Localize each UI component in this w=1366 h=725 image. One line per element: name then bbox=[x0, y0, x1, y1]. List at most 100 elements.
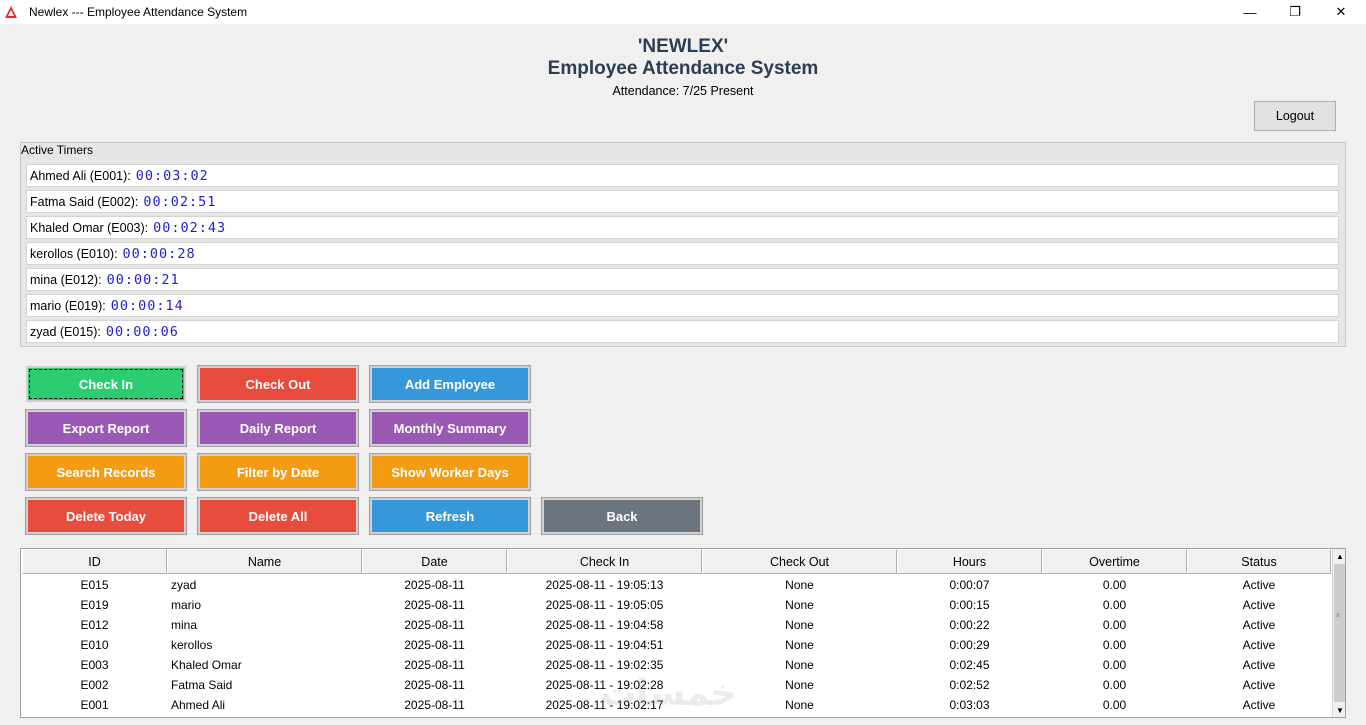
column-header-overtime[interactable]: Overtime bbox=[1042, 549, 1187, 574]
timer-value: 00:02:43 bbox=[153, 219, 227, 236]
timer-row: zyad (E015): 00:00:06 bbox=[26, 320, 1339, 343]
add-employee-button[interactable]: Add Employee bbox=[369, 365, 531, 403]
cell-date: 2025-08-11 bbox=[404, 638, 465, 652]
show-worker-days-button[interactable]: Show Worker Days bbox=[369, 453, 531, 491]
cell-date: 2025-08-11 bbox=[404, 678, 465, 692]
export-report-button[interactable]: Export Report bbox=[25, 409, 187, 447]
cell-name: kerollos bbox=[171, 638, 213, 652]
window-title: Newlex --- Employee Attendance System bbox=[29, 5, 248, 19]
cell-check-in: 2025-08-11 - 19:05:05 bbox=[545, 598, 664, 612]
cell-overtime: 0.00 bbox=[1102, 578, 1127, 592]
check-in-button[interactable]: Check In bbox=[26, 366, 186, 402]
cell-hours: 0:03:03 bbox=[949, 698, 990, 712]
scroll-down-icon[interactable]: ▼ bbox=[1333, 703, 1345, 717]
table-scrollbar[interactable]: ▲ ≡ ▼ bbox=[1332, 549, 1345, 717]
column-header-status[interactable]: Status bbox=[1187, 549, 1331, 574]
cell-date: 2025-08-11 bbox=[404, 658, 465, 672]
cell-hours: 0:02:45 bbox=[949, 658, 990, 672]
cell-check-out: None bbox=[785, 618, 814, 632]
timer-value: 00:00:21 bbox=[106, 271, 180, 288]
column-header-name[interactable]: Name bbox=[167, 549, 362, 574]
timer-employee-label: Fatma Said (E002): bbox=[30, 194, 139, 209]
cell-status: Active bbox=[1242, 578, 1276, 592]
cell-overtime: 0.00 bbox=[1102, 598, 1127, 612]
timer-value: 00:00:06 bbox=[105, 323, 179, 340]
cell-status: Active bbox=[1242, 598, 1276, 612]
logout-button[interactable]: Logout bbox=[1254, 101, 1336, 131]
scrollbar-thumb[interactable] bbox=[1334, 564, 1345, 702]
cell-check-in: 2025-08-11 - 19:04:51 bbox=[545, 638, 664, 652]
cell-id: E010 bbox=[80, 638, 109, 652]
active-timers-label: Active Timers bbox=[21, 143, 94, 157]
watermark-logo: خمسات bbox=[600, 672, 737, 713]
maximize-button[interactable]: ❐ bbox=[1272, 0, 1318, 24]
cell-hours: 0:00:29 bbox=[949, 638, 990, 652]
cell-check-in: 2025-08-11 - 19:05:13 bbox=[545, 578, 664, 592]
timer-employee-label: zyad (E015): bbox=[30, 324, 101, 339]
cell-status: Active bbox=[1242, 678, 1276, 692]
scrollbar-grip-icon: ≡ bbox=[1336, 613, 1340, 619]
system-title: Employee Attendance System bbox=[547, 58, 819, 79]
column-header-check-in[interactable]: Check In bbox=[507, 549, 702, 574]
cell-status: Active bbox=[1242, 618, 1276, 632]
search-records-button[interactable]: Search Records bbox=[25, 453, 187, 491]
column-header-date[interactable]: Date bbox=[362, 549, 507, 574]
column-header-check-out[interactable]: Check Out bbox=[702, 549, 897, 574]
cell-overtime: 0.00 bbox=[1102, 618, 1127, 632]
column-header-id[interactable]: ID bbox=[22, 549, 167, 574]
attendance-summary: Attendance: 7/25 Present bbox=[612, 84, 754, 98]
cell-overtime: 0.00 bbox=[1102, 658, 1127, 672]
cell-date: 2025-08-11 bbox=[404, 618, 465, 632]
cell-id: E012 bbox=[80, 618, 109, 632]
close-button[interactable]: ✕ bbox=[1318, 0, 1364, 24]
table-row[interactable]: E012 mina 2025-08-11 2025-08-11 - 19:04:58 N… bbox=[21, 615, 1331, 635]
cell-check-out: None bbox=[785, 578, 814, 592]
check-out-button[interactable]: Check Out bbox=[197, 365, 359, 403]
timer-employee-label: Ahmed Ali (E001): bbox=[30, 168, 131, 183]
delete-today-button[interactable]: Delete Today bbox=[25, 497, 187, 535]
cell-id: E019 bbox=[80, 598, 109, 612]
cell-name: Ahmed Ali bbox=[171, 698, 226, 712]
cell-check-in: 2025-08-11 - 19:04:58 bbox=[545, 618, 664, 632]
cell-name: Fatma Said bbox=[171, 678, 233, 692]
cell-name: zyad bbox=[171, 578, 197, 592]
timer-row: mina (E012): 00:00:21 bbox=[26, 268, 1339, 291]
refresh-button[interactable]: Refresh bbox=[369, 497, 531, 535]
cell-hours: 0:00:15 bbox=[949, 598, 990, 612]
timer-row: Khaled Omar (E003): 00:02:43 bbox=[26, 216, 1339, 239]
table-row[interactable]: E010 kerollos 2025-08-11 2025-08-11 - 19:04… bbox=[21, 635, 1331, 655]
cell-hours: 0:00:22 bbox=[949, 618, 990, 632]
monthly-summary-button[interactable]: Monthly Summary bbox=[369, 409, 531, 447]
column-header-hours[interactable]: Hours bbox=[897, 549, 1042, 574]
cell-check-out: None bbox=[785, 638, 814, 652]
timer-row: kerollos (E010): 00:00:28 bbox=[26, 242, 1339, 265]
timer-employee-label: mario (E019): bbox=[30, 298, 106, 313]
minimize-button[interactable]: — bbox=[1227, 0, 1273, 24]
cell-name: mina bbox=[171, 618, 198, 632]
cell-id: E001 bbox=[80, 698, 109, 712]
window-titlebar: Newlex --- Employee Attendance System — … bbox=[0, 0, 1366, 24]
timer-employee-label: mina (E012): bbox=[30, 272, 102, 287]
filter-by-date-button[interactable]: Filter by Date bbox=[197, 453, 359, 491]
cell-date: 2025-08-11 bbox=[404, 698, 465, 712]
cell-name: Khaled Omar bbox=[171, 658, 242, 672]
active-timers-panel: Active Timers Ahmed Ali (E001): 00:03:02… bbox=[20, 142, 1346, 347]
cell-date: 2025-08-11 bbox=[404, 598, 465, 612]
timer-row: mario (E019): 00:00:14 bbox=[26, 294, 1339, 317]
company-title: 'NEWLEX' bbox=[637, 36, 729, 57]
daily-report-button[interactable]: Daily Report bbox=[197, 409, 359, 447]
cell-status: Active bbox=[1242, 638, 1276, 652]
cell-check-out: None bbox=[785, 598, 814, 612]
back-button[interactable]: Back bbox=[541, 497, 703, 535]
table-row[interactable]: E019 mario 2025-08-11 2025-08-11 - 19:05:05… bbox=[21, 595, 1331, 615]
scroll-up-icon[interactable]: ▲ bbox=[1333, 549, 1345, 563]
cell-name: mario bbox=[171, 598, 202, 612]
app-icon bbox=[5, 6, 17, 18]
delete-all-button[interactable]: Delete All bbox=[197, 497, 359, 535]
cell-hours: 0:00:07 bbox=[949, 578, 990, 592]
table-row[interactable]: E015 zyad 2025-08-11 2025-08-11 - 19:05:13 N… bbox=[21, 575, 1331, 595]
cell-id: E015 bbox=[80, 578, 109, 592]
cell-id: E003 bbox=[80, 658, 109, 672]
timer-value: 00:00:28 bbox=[122, 245, 196, 262]
cell-id: E002 bbox=[80, 678, 109, 692]
